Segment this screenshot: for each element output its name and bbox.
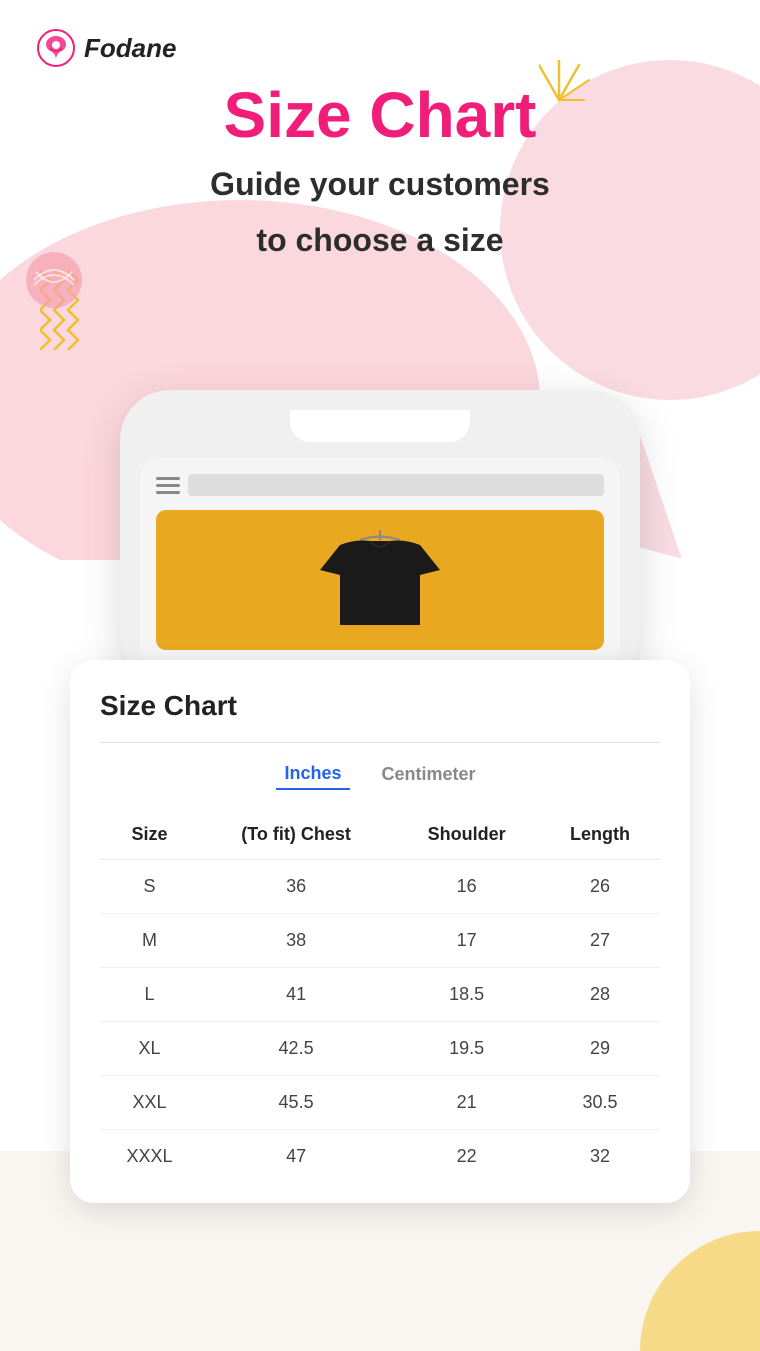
table-cell-2-2: 18.5 xyxy=(393,968,540,1022)
tshirt-svg xyxy=(310,525,450,635)
table-row: L4118.528 xyxy=(100,968,660,1022)
phone-mockup xyxy=(120,390,640,686)
header: Fodane xyxy=(0,0,760,68)
fodane-logo-icon xyxy=(36,28,76,68)
table-row: S361626 xyxy=(100,860,660,914)
size-chart-card-title: Size Chart xyxy=(100,690,660,722)
col-size: Size xyxy=(100,810,199,860)
title-section: Size Chart Guide your customers to choos… xyxy=(0,80,760,262)
table-cell-4-1: 45.5 xyxy=(199,1076,393,1130)
unit-toggle: Inches Centimeter xyxy=(100,759,660,790)
phone-app-header xyxy=(156,474,604,496)
phone-notch xyxy=(290,410,470,442)
centimeter-button[interactable]: Centimeter xyxy=(374,759,484,790)
phone-search-bar xyxy=(188,474,604,496)
table-cell-3-1: 42.5 xyxy=(199,1022,393,1076)
size-table: Size (To fit) Chest Shoulder Length S361… xyxy=(100,810,660,1183)
table-cell-0-0: S xyxy=(100,860,199,914)
table-cell-1-2: 17 xyxy=(393,914,540,968)
subtitle-line2: to choose a size xyxy=(0,220,760,262)
table-cell-1-0: M xyxy=(100,914,199,968)
main-title: Size Chart xyxy=(224,80,537,150)
table-cell-1-3: 27 xyxy=(540,914,660,968)
logo-text: Fodane xyxy=(84,33,176,64)
table-cell-3-3: 29 xyxy=(540,1022,660,1076)
table-row: XXL45.52130.5 xyxy=(100,1076,660,1130)
table-row: XXXL472232 xyxy=(100,1130,660,1184)
table-cell-5-0: XXXL xyxy=(100,1130,199,1184)
table-cell-3-0: XL xyxy=(100,1022,199,1076)
table-cell-5-1: 47 xyxy=(199,1130,393,1184)
card-divider xyxy=(100,742,660,743)
table-cell-0-2: 16 xyxy=(393,860,540,914)
inches-button[interactable]: Inches xyxy=(276,759,349,790)
table-row: XL42.519.529 xyxy=(100,1022,660,1076)
phone-screen xyxy=(140,458,620,666)
col-shoulder: Shoulder xyxy=(393,810,540,860)
table-cell-4-2: 21 xyxy=(393,1076,540,1130)
table-cell-5-3: 32 xyxy=(540,1130,660,1184)
table-cell-0-1: 36 xyxy=(199,860,393,914)
product-image xyxy=(156,510,604,650)
logo: Fodane xyxy=(36,28,176,68)
table-cell-3-2: 19.5 xyxy=(393,1022,540,1076)
table-cell-4-0: XXL xyxy=(100,1076,199,1130)
table-cell-0-3: 26 xyxy=(540,860,660,914)
table-row: M381727 xyxy=(100,914,660,968)
hamburger-menu-icon xyxy=(156,477,180,494)
table-cell-1-1: 38 xyxy=(199,914,393,968)
sparkle-icon xyxy=(539,60,594,110)
table-cell-2-3: 28 xyxy=(540,968,660,1022)
col-chest: (To fit) Chest xyxy=(199,810,393,860)
phone-mockup-area xyxy=(40,390,720,686)
subtitle-line1: Guide your customers xyxy=(0,164,760,206)
table-header-row: Size (To fit) Chest Shoulder Length xyxy=(100,810,660,860)
col-length: Length xyxy=(540,810,660,860)
size-chart-card: Size Chart Inches Centimeter Size (To fi… xyxy=(70,660,690,1203)
table-cell-2-0: L xyxy=(100,968,199,1022)
table-cell-5-2: 22 xyxy=(393,1130,540,1184)
table-cell-4-3: 30.5 xyxy=(540,1076,660,1130)
table-cell-2-1: 41 xyxy=(199,968,393,1022)
